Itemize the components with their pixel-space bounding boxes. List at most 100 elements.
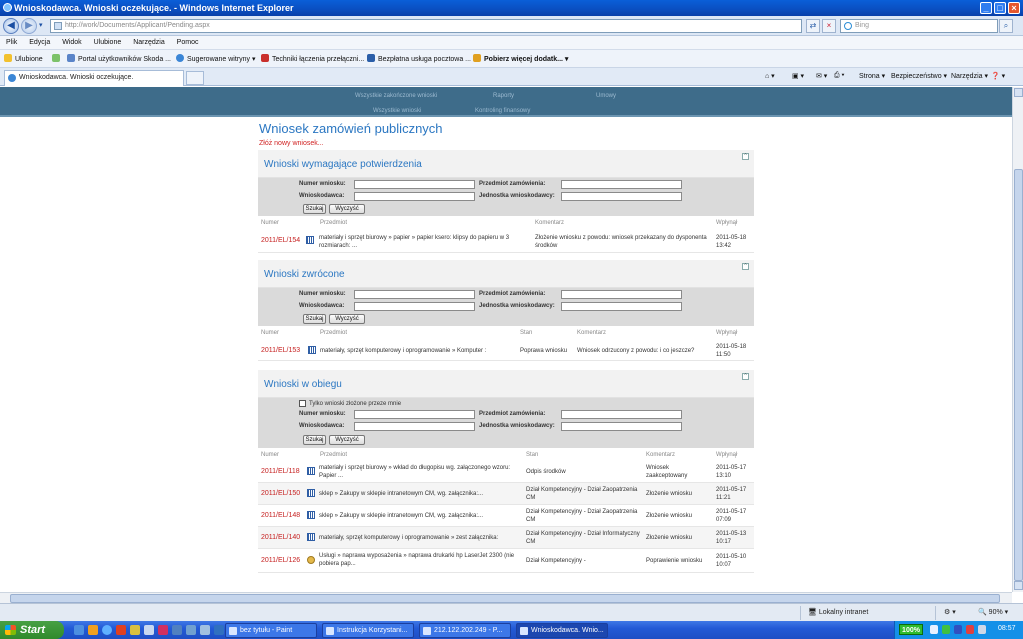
- menu-help[interactable]: Pomoc: [177, 36, 199, 50]
- table-row[interactable]: 2011/EL/150 sklep » Zakupy w sklepie int…: [258, 483, 754, 505]
- request-number-link[interactable]: 2011/EL/150: [261, 490, 300, 497]
- task-instruction[interactable]: Instrukcja Korzystani...: [322, 623, 414, 638]
- scroll-down-icon[interactable]: [1014, 581, 1023, 590]
- start-button[interactable]: Start: [0, 621, 64, 639]
- request-number-link[interactable]: 2011/EL/118: [261, 468, 300, 475]
- zoom-control[interactable]: 🔍 90% ▾: [978, 608, 1008, 616]
- filter-unit-input[interactable]: [561, 302, 682, 311]
- filter-subject-input[interactable]: [561, 290, 682, 299]
- filter-number-input[interactable]: [354, 180, 475, 189]
- history-dropdown-icon[interactable]: ▾: [39, 21, 43, 29]
- search-button[interactable]: Szukaj: [303, 314, 326, 324]
- only-mine-checkbox[interactable]: [299, 400, 306, 407]
- page-menu[interactable]: Strona ▾: [859, 72, 885, 80]
- tray-network-icon[interactable]: [930, 625, 938, 634]
- maximize-button[interactable]: □: [994, 2, 1006, 14]
- new-tab-button[interactable]: [186, 71, 204, 85]
- filter-applicant-input[interactable]: [354, 422, 475, 431]
- nav-reports[interactable]: Raporty: [493, 93, 514, 99]
- address-input[interactable]: http://work/Documents/Applicant/Pending.…: [50, 19, 802, 33]
- scroll-thumb-horizontal[interactable]: [10, 594, 1000, 603]
- tray-app1-icon[interactable]: [942, 625, 950, 634]
- new-request-link[interactable]: Złóż nowy wniosek...: [259, 140, 324, 147]
- compatibility-icon[interactable]: ⇄: [806, 19, 820, 33]
- menu-view[interactable]: Widok: [62, 36, 81, 50]
- clear-button[interactable]: Wyczyść: [329, 204, 365, 214]
- horizontal-scrollbar[interactable]: [0, 592, 1012, 603]
- tab-current[interactable]: Wnioskodawca. Wnioski oczekujące.: [4, 70, 184, 86]
- favorite-link-3[interactable]: Techniki łączenia przełączni...: [261, 54, 364, 63]
- quicklaunch-ie-icon[interactable]: [102, 625, 112, 635]
- table-row[interactable]: 2011/EL/118 materiały i sprzęt biurowy »…: [258, 461, 754, 483]
- print-icon[interactable]: ⎙ ▾: [834, 72, 845, 80]
- favorite-link-2[interactable]: Sugerowane witryny ▾: [176, 54, 256, 63]
- request-number-link[interactable]: 2011/EL/153: [261, 347, 300, 354]
- request-number-link[interactable]: 2011/EL/140: [261, 534, 300, 541]
- vertical-scrollbar[interactable]: [1012, 87, 1023, 592]
- quicklaunch-app3-icon[interactable]: [144, 625, 154, 635]
- filter-number-input[interactable]: [354, 410, 475, 419]
- task-remote[interactable]: 212.122.202.249 - P...: [419, 623, 511, 638]
- tray-volume-icon[interactable]: [978, 625, 986, 634]
- menu-tools[interactable]: Narzędzia: [133, 36, 165, 50]
- table-row[interactable]: 2011/EL/148 sklep » Zakupy w sklepie int…: [258, 505, 754, 527]
- search-button[interactable]: Szukaj: [303, 435, 326, 445]
- stop-icon[interactable]: ×: [822, 19, 836, 33]
- nav-all-requests[interactable]: Wszystkie wnioski: [373, 108, 421, 114]
- feeds-icon[interactable]: ▣ ▾: [792, 72, 804, 80]
- menu-file[interactable]: Plik: [6, 36, 17, 50]
- quicklaunch-app1-icon[interactable]: [116, 625, 126, 635]
- search-input[interactable]: Bing: [840, 19, 998, 33]
- filter-applicant-input[interactable]: [354, 192, 475, 201]
- back-icon[interactable]: ◀: [3, 18, 19, 34]
- menu-favorites[interactable]: Ulubione: [94, 36, 122, 50]
- safety-menu[interactable]: Bezpieczeństwo ▾: [891, 72, 947, 80]
- quicklaunch-app7-icon[interactable]: [200, 625, 210, 635]
- filter-applicant-input[interactable]: [354, 302, 475, 311]
- filter-subject-input[interactable]: [561, 410, 682, 419]
- scroll-thumb[interactable]: [1014, 169, 1023, 581]
- nav-contracts[interactable]: Umowy: [596, 93, 616, 99]
- request-number-link[interactable]: 2011/EL/148: [261, 512, 300, 519]
- mail-icon[interactable]: ✉ ▾: [816, 72, 827, 80]
- task-paint[interactable]: bez tytułu - Paint: [225, 623, 317, 638]
- nav-financial-control[interactable]: Kontroling finansowy: [475, 108, 530, 114]
- collapse-icon[interactable]: ^: [742, 373, 749, 380]
- minimize-button[interactable]: _: [980, 2, 992, 14]
- add-favorite-icon[interactable]: [52, 54, 63, 63]
- table-row[interactable]: 2011/EL/140 materiały, sprzęt komputerow…: [258, 527, 754, 549]
- quicklaunch-desktop-icon[interactable]: [74, 625, 84, 635]
- table-row[interactable]: 2011/EL/126 Usługi » naprawa wyposażenia…: [258, 549, 754, 573]
- quicklaunch-app2-icon[interactable]: [130, 625, 140, 635]
- task-browser[interactable]: Wnioskodawca. Wnio...: [516, 623, 608, 638]
- favorite-link-5[interactable]: Pobierz więcej dodatk... ▾: [473, 54, 568, 63]
- filter-unit-input[interactable]: [561, 192, 682, 201]
- protected-mode-icon[interactable]: ⚙ ▾: [944, 608, 956, 616]
- tools-menu[interactable]: Narzędzia ▾: [951, 72, 988, 80]
- search-icon[interactable]: ⌕: [999, 19, 1013, 33]
- clear-button[interactable]: Wyczyść: [329, 435, 365, 445]
- quicklaunch-app8-icon[interactable]: [214, 625, 224, 635]
- favorite-link-1[interactable]: Portal użytkowników Skoda ...: [67, 54, 171, 63]
- favorite-link-4[interactable]: Bezpłatna usługa pocztowa ...: [367, 54, 471, 63]
- forward-icon[interactable]: ▶: [21, 18, 37, 34]
- nav-all-completed[interactable]: Wszystkie zakończone wnioski: [355, 93, 437, 99]
- favorites-button[interactable]: Ulubione: [4, 54, 43, 63]
- collapse-icon[interactable]: ^: [742, 263, 749, 270]
- table-row[interactable]: 2011/EL/153 materiały, sprzęt komputerow…: [258, 339, 754, 361]
- filter-subject-input[interactable]: [561, 180, 682, 189]
- close-button[interactable]: ×: [1008, 2, 1020, 14]
- request-number-link[interactable]: 2011/EL/126: [261, 557, 300, 564]
- quicklaunch-app4-icon[interactable]: [158, 625, 168, 635]
- tray-app3-icon[interactable]: [966, 625, 974, 634]
- filter-unit-input[interactable]: [561, 422, 682, 431]
- table-row[interactable]: 2011/EL/154 materiały i sprzęt biurowy »…: [258, 229, 754, 253]
- clear-button[interactable]: Wyczyść: [329, 314, 365, 324]
- home-icon[interactable]: ⌂ ▾: [765, 72, 775, 80]
- menu-edit[interactable]: Edycja: [29, 36, 50, 50]
- collapse-icon[interactable]: ^: [742, 153, 749, 160]
- quicklaunch-app5-icon[interactable]: [172, 625, 182, 635]
- quicklaunch-app6-icon[interactable]: [186, 625, 196, 635]
- scroll-up-icon[interactable]: [1014, 88, 1023, 97]
- quicklaunch-firefox-icon[interactable]: [88, 625, 98, 635]
